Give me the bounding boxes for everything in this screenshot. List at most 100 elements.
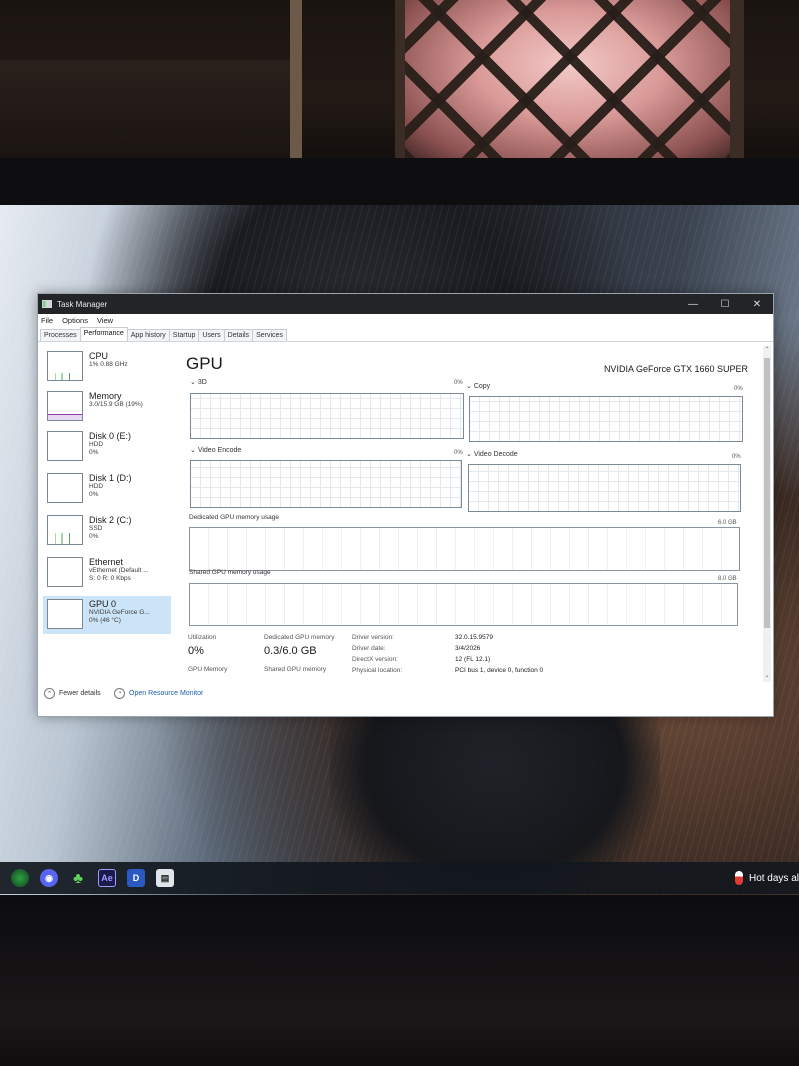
disk1-thumbnail bbox=[47, 473, 83, 503]
chevron-down-icon: ⌄ bbox=[466, 451, 474, 458]
sidebar-title: Disk 1 (D:) bbox=[89, 473, 132, 483]
disk2-thumbnail bbox=[47, 515, 83, 545]
sidebar-item-cpu[interactable]: CPU 1% 0.88 GHz bbox=[43, 348, 171, 386]
dedicated-gpu-memory-value: 0.3/6.0 GB bbox=[264, 645, 317, 657]
ae-label: Ae bbox=[101, 873, 113, 883]
graph-encode-pct: 0% bbox=[454, 450, 463, 456]
sidebar-sub: 3.0/15.9 GB (19%) bbox=[89, 401, 143, 409]
graph-3d bbox=[190, 393, 464, 439]
utilization-value: 0% bbox=[188, 645, 204, 657]
tab-bar: Processes Performance App history Startu… bbox=[38, 327, 773, 342]
dedicated-gpu-memory-label: Dedicated GPU memory bbox=[264, 634, 335, 641]
graph-copy bbox=[469, 396, 743, 442]
scroll-down-icon[interactable]: ⌄ bbox=[763, 672, 771, 682]
menu-file[interactable]: File bbox=[41, 316, 53, 325]
graph-decode-pct: 0% bbox=[732, 454, 741, 460]
task-manager-window: Task Manager — ☐ ✕ File Options View Pro… bbox=[37, 293, 774, 717]
shared-memory-label: Shared GPU memory usage bbox=[189, 569, 271, 576]
gpu-stats: Utilization 0% GPU Memory Dedicated GPU … bbox=[186, 634, 760, 694]
dedicated-memory-max: 6.0 GB bbox=[718, 520, 737, 526]
graph-3d-selector[interactable]: ⌄ 3D bbox=[190, 378, 207, 386]
dedicated-memory-label: Dedicated GPU memory usage bbox=[189, 514, 279, 521]
task-manager-taskbar-icon[interactable]: ▤ bbox=[156, 869, 174, 887]
lattice-frame-right bbox=[730, 0, 744, 165]
graph-3d-label: 3D bbox=[197, 379, 207, 386]
sidebar-title: CPU bbox=[89, 351, 109, 361]
desk-surface bbox=[0, 950, 799, 1066]
shared-memory-graph bbox=[189, 583, 738, 626]
d-label: D bbox=[132, 873, 140, 883]
task-manager-icon bbox=[42, 300, 52, 308]
graph-encode-selector[interactable]: ⌄ Video Encode bbox=[190, 446, 241, 454]
weather-text[interactable]: Hot days al bbox=[749, 873, 799, 884]
scroll-up-icon[interactable]: ⌃ bbox=[763, 346, 771, 356]
sidebar-item-disk-1[interactable]: Disk 1 (D:) HDD 0% bbox=[43, 470, 171, 508]
sidebar-item-gpu-0[interactable]: GPU 0 NVIDIA GeForce G... 0% (46 °C) bbox=[43, 596, 171, 634]
discord-icon[interactable]: ◉ bbox=[40, 869, 58, 887]
sidebar-title: Disk 0 (E:) bbox=[89, 431, 132, 441]
performance-sidebar: CPU 1% 0.88 GHz Memory 3.0/15.9 GB (19%)… bbox=[40, 346, 172, 686]
sidebar-sub: NVIDIA GeForce G... bbox=[89, 609, 150, 617]
fewer-details-button[interactable]: ⌃ Fewer details bbox=[44, 688, 101, 699]
sidebar-sub2: 0% bbox=[89, 532, 99, 540]
sidebar-title: Ethernet bbox=[89, 557, 124, 567]
driver-version-key: Driver version: bbox=[352, 634, 394, 641]
graph-copy-selector[interactable]: ⌄ Copy bbox=[466, 382, 490, 390]
sidebar-title: Memory bbox=[89, 391, 122, 401]
sidebar-sub: 1% 0.88 GHz bbox=[89, 361, 128, 369]
minimize-button[interactable]: — bbox=[677, 294, 709, 314]
gpu-memory-label: GPU Memory bbox=[188, 666, 228, 673]
shelf bbox=[0, 60, 300, 160]
tab-processes[interactable]: Processes bbox=[40, 329, 81, 341]
cpu-sparkline bbox=[48, 373, 82, 380]
sidebar-item-memory[interactable]: Memory 3.0/15.9 GB (19%) bbox=[43, 388, 171, 426]
fewer-details-label: Fewer details bbox=[59, 690, 101, 697]
tab-startup[interactable]: Startup bbox=[168, 329, 200, 341]
page-title: GPU bbox=[186, 354, 223, 373]
sidebar-item-disk-0[interactable]: Disk 0 (E:) HDD 0% bbox=[43, 428, 171, 466]
sidebar-item-disk-2[interactable]: Disk 2 (C:) SSD 0% bbox=[43, 512, 171, 550]
menu-options[interactable]: Options bbox=[62, 316, 88, 325]
sidebar-sub2: 0% bbox=[89, 490, 99, 498]
tab-details[interactable]: Details bbox=[223, 329, 254, 341]
maximize-button[interactable]: ☐ bbox=[709, 294, 741, 314]
graph-decode-selector[interactable]: ⌄ Video Decode bbox=[466, 450, 518, 458]
driver-date-value: 3/4/2026 bbox=[455, 645, 481, 652]
physical-location-value: PCI bus 1, device 0, function 0 bbox=[455, 667, 544, 674]
driver-version-value: 32.0.15.9579 bbox=[455, 634, 493, 641]
dedicated-memory-graph bbox=[189, 527, 740, 571]
d-app-icon[interactable]: D bbox=[127, 869, 145, 887]
menu-bar: File Options View bbox=[38, 314, 773, 327]
graph-video-encode bbox=[190, 460, 462, 508]
app-icon-green[interactable] bbox=[11, 869, 29, 887]
window-title: Task Manager bbox=[57, 299, 108, 309]
tab-app-history[interactable]: App history bbox=[126, 329, 170, 341]
menu-view[interactable]: View bbox=[97, 316, 113, 325]
sidebar-sub: HDD bbox=[89, 483, 104, 491]
sidebar-item-ethernet[interactable]: Ethernet vEthernet (Default ... S: 0 R: … bbox=[43, 554, 171, 592]
monitor-bezel-top bbox=[0, 158, 799, 208]
scrollbar[interactable]: ⌃ ⌄ bbox=[763, 346, 771, 682]
taskbar: ◉ ♣ Ae D ▤ Hot days al bbox=[0, 862, 799, 894]
tab-services[interactable]: Services bbox=[252, 329, 287, 341]
scroll-thumb[interactable] bbox=[764, 358, 770, 628]
physical-location-key: Physical location: bbox=[352, 667, 403, 674]
tab-users[interactable]: Users bbox=[198, 329, 225, 341]
graph-video-decode bbox=[468, 464, 741, 512]
lattice-window bbox=[405, 0, 735, 162]
graph-copy-pct: 0% bbox=[734, 386, 743, 392]
directx-version-value: 12 (FL 12.1) bbox=[455, 656, 491, 663]
disk2-sparkline bbox=[48, 532, 82, 544]
sidebar-sub: HDD bbox=[89, 441, 104, 449]
gpu-model-name: NVIDIA GeForce GTX 1660 SUPER bbox=[603, 364, 748, 374]
after-effects-icon[interactable]: Ae bbox=[98, 869, 116, 887]
tab-performance[interactable]: Performance bbox=[79, 327, 128, 341]
close-button[interactable]: ✕ bbox=[741, 294, 773, 314]
tree-app-icon[interactable]: ♣ bbox=[69, 869, 87, 887]
thermometer-icon bbox=[734, 871, 743, 885]
title-bar[interactable]: Task Manager — ☐ ✕ bbox=[38, 294, 773, 314]
cpu-thumbnail bbox=[47, 351, 83, 381]
graph-decode-label: Video Decode bbox=[473, 451, 518, 458]
shared-gpu-memory-label: Shared GPU memory bbox=[264, 666, 327, 673]
sidebar-sub: vEthernet (Default ... bbox=[89, 567, 149, 575]
